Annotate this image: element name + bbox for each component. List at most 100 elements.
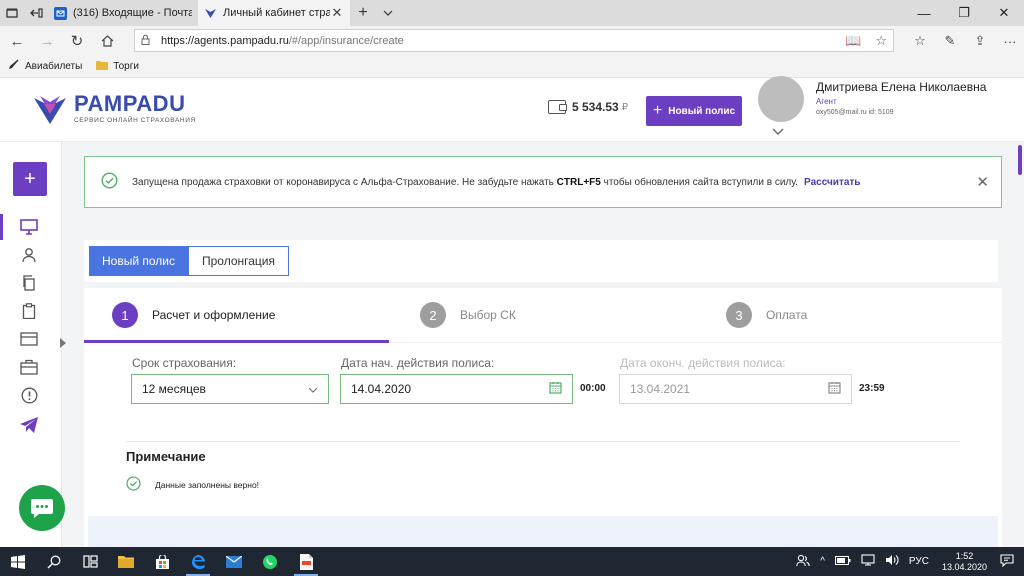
task-view-icon[interactable] [72,547,108,576]
wallet-icon [548,100,567,114]
battery-icon[interactable] [834,555,851,568]
chat-button[interactable] [19,485,65,531]
windows-taskbar: ^ РУС 1:52 13.04.2020 [0,547,1024,576]
whatsapp-icon[interactable] [252,547,288,576]
home-icon[interactable] [92,26,122,56]
scrollbar-thumb[interactable] [1018,145,1022,175]
favorite-star-icon[interactable]: ☆ [875,33,887,49]
alert-close-icon[interactable]: ✕ [976,173,989,191]
url-path: /#/app/insurance/create [288,34,404,47]
volume-icon[interactable] [885,554,899,569]
note-row: Данные заполнены верно! [126,476,259,493]
user-name: Дмитриева Елена Николаевна [816,80,987,94]
sidebar-item-portfolio[interactable] [18,356,40,378]
favorites-icon[interactable]: ☆ [905,33,935,49]
reading-view-icon[interactable]: 📖 [845,33,861,49]
alert-message: Запущена продажа страховки от коронавиру… [132,177,798,188]
favorite-flights-label: Авиабилеты [25,61,83,72]
tab-mail[interactable]: (316) Входящие - Почта Ма [48,0,198,26]
share-icon[interactable]: ⇪ [965,33,995,49]
refresh-icon[interactable]: ↻ [62,26,92,56]
edge-browser-icon[interactable] [180,547,216,576]
url-field[interactable]: https://agents.pampadu.ru/#/app/insuranc… [134,29,894,52]
step-progress-bar [84,340,389,343]
avatar[interactable] [758,76,804,122]
start-date-value: 14.04.2020 [351,382,412,396]
sidebar-item-telegram[interactable] [18,414,40,436]
tab-new-policy[interactable]: Новый полис [89,246,188,276]
sidebar-item-policies[interactable] [18,272,40,294]
favorite-tenders[interactable]: Торги [96,60,139,73]
store-icon[interactable] [144,547,180,576]
start-date-input[interactable]: 14.04.2020 [340,374,573,404]
calendar-icon-disabled [828,381,841,397]
system-tray: ^ РУС 1:52 13.04.2020 [791,547,1024,576]
window-close-icon[interactable]: ✕ [984,0,1024,26]
search-icon[interactable] [36,547,72,576]
balance-currency: ₽ [621,101,629,113]
window-controls: — ❐ ✕ [904,0,1024,26]
sidebar-item-documents[interactable] [18,300,40,322]
new-tab-icon[interactable]: + [350,0,376,26]
file-explorer-icon[interactable] [108,547,144,576]
term-value: 12 месяцев [142,382,206,396]
notifications-icon[interactable] [1000,553,1014,570]
alert-shortcut: CTRL+F5 [556,176,601,188]
sidebar-item-info[interactable] [18,384,40,406]
user-role: Агент [816,97,837,106]
people-icon[interactable] [796,554,810,570]
sidebar-add-button[interactable]: + [13,162,47,196]
plane-icon [8,59,20,74]
balance-value: 5 534.53 [572,100,619,114]
notes-pen-icon[interactable]: ✎ [935,33,965,49]
sidebar-item-profile[interactable] [18,244,40,266]
sidebar-active-indicator [0,214,3,240]
mail-app-icon[interactable] [216,547,252,576]
alert-banner: Запущена продажа страховки от коронавиру… [84,156,1002,208]
card-icon [20,332,38,346]
sidebar-expand-arrow-icon[interactable] [60,338,66,348]
step-payment[interactable]: 3 Оплата [726,302,807,328]
step-calculation[interactable]: 1 Расчет и оформление [112,302,275,328]
tray-chevron-up-icon[interactable]: ^ [820,556,825,567]
end-date-input: 13.04.2021 [619,374,852,404]
step-1-label: Расчет и оформление [152,308,276,322]
balance[interactable]: 5 534.53 ₽ [548,100,628,114]
user-meta: oxy505@mail.ru id: 5109 [816,109,894,116]
step-2-label: Выбор СК [460,308,516,322]
pampadu-logo[interactable]: PAMPADU СЕРВИС ОНЛАЙН СТРАХОВАНИЯ [32,90,196,126]
forward-icon[interactable]: → [32,26,62,56]
tab-cabinet[interactable]: Личный кабинет страх ✕ [198,0,350,26]
user-menu-chevron-icon[interactable] [772,124,784,138]
sidebar-item-dashboard[interactable] [18,216,40,238]
tab-list-chevron-icon[interactable] [376,0,400,26]
windows-start-icon[interactable] [0,547,36,576]
step-choose-company[interactable]: 2 Выбор СК [420,302,516,328]
more-icon[interactable]: ··· [995,34,1024,49]
document-app-icon[interactable] [288,547,324,576]
clock[interactable]: 1:52 13.04.2020 [942,551,987,573]
network-icon[interactable] [861,554,875,569]
browser-toolbar: ☆ ✎ ⇪ ··· [905,26,1024,56]
language-indicator[interactable]: РУС [909,556,929,567]
briefcase-icon [20,359,38,375]
clock-time: 1:52 [955,550,974,561]
alert-text-before: Запущена продажа страховки от коронавиру… [132,176,557,188]
step-3-number: 3 [726,302,752,328]
minimize-icon[interactable]: — [904,0,944,26]
back-icon[interactable]: ← [2,26,32,56]
tab-close-icon[interactable]: ✕ [330,5,344,21]
term-select[interactable]: 12 месяцев [131,374,329,404]
tab-prolongation[interactable]: Пролонгация [188,246,289,276]
calendar-icon[interactable] [549,381,562,397]
favorites-bar: Авиабилеты Торги [0,56,1024,78]
sidebar-item-payments[interactable] [18,328,40,350]
set-aside-tabs-icon[interactable] [24,0,48,26]
restore-icon[interactable]: ❐ [944,0,984,26]
logo-tagline: СЕРВИС ОНЛАЙН СТРАХОВАНИЯ [74,116,196,124]
favorite-tenders-label: Торги [113,61,139,72]
favorite-flights[interactable]: Авиабилеты [8,59,82,74]
new-policy-button[interactable]: + Новый полис [646,96,742,126]
tab-actions-icon[interactable] [0,0,24,26]
alert-calculate-link[interactable]: Рассчитать [804,177,860,188]
